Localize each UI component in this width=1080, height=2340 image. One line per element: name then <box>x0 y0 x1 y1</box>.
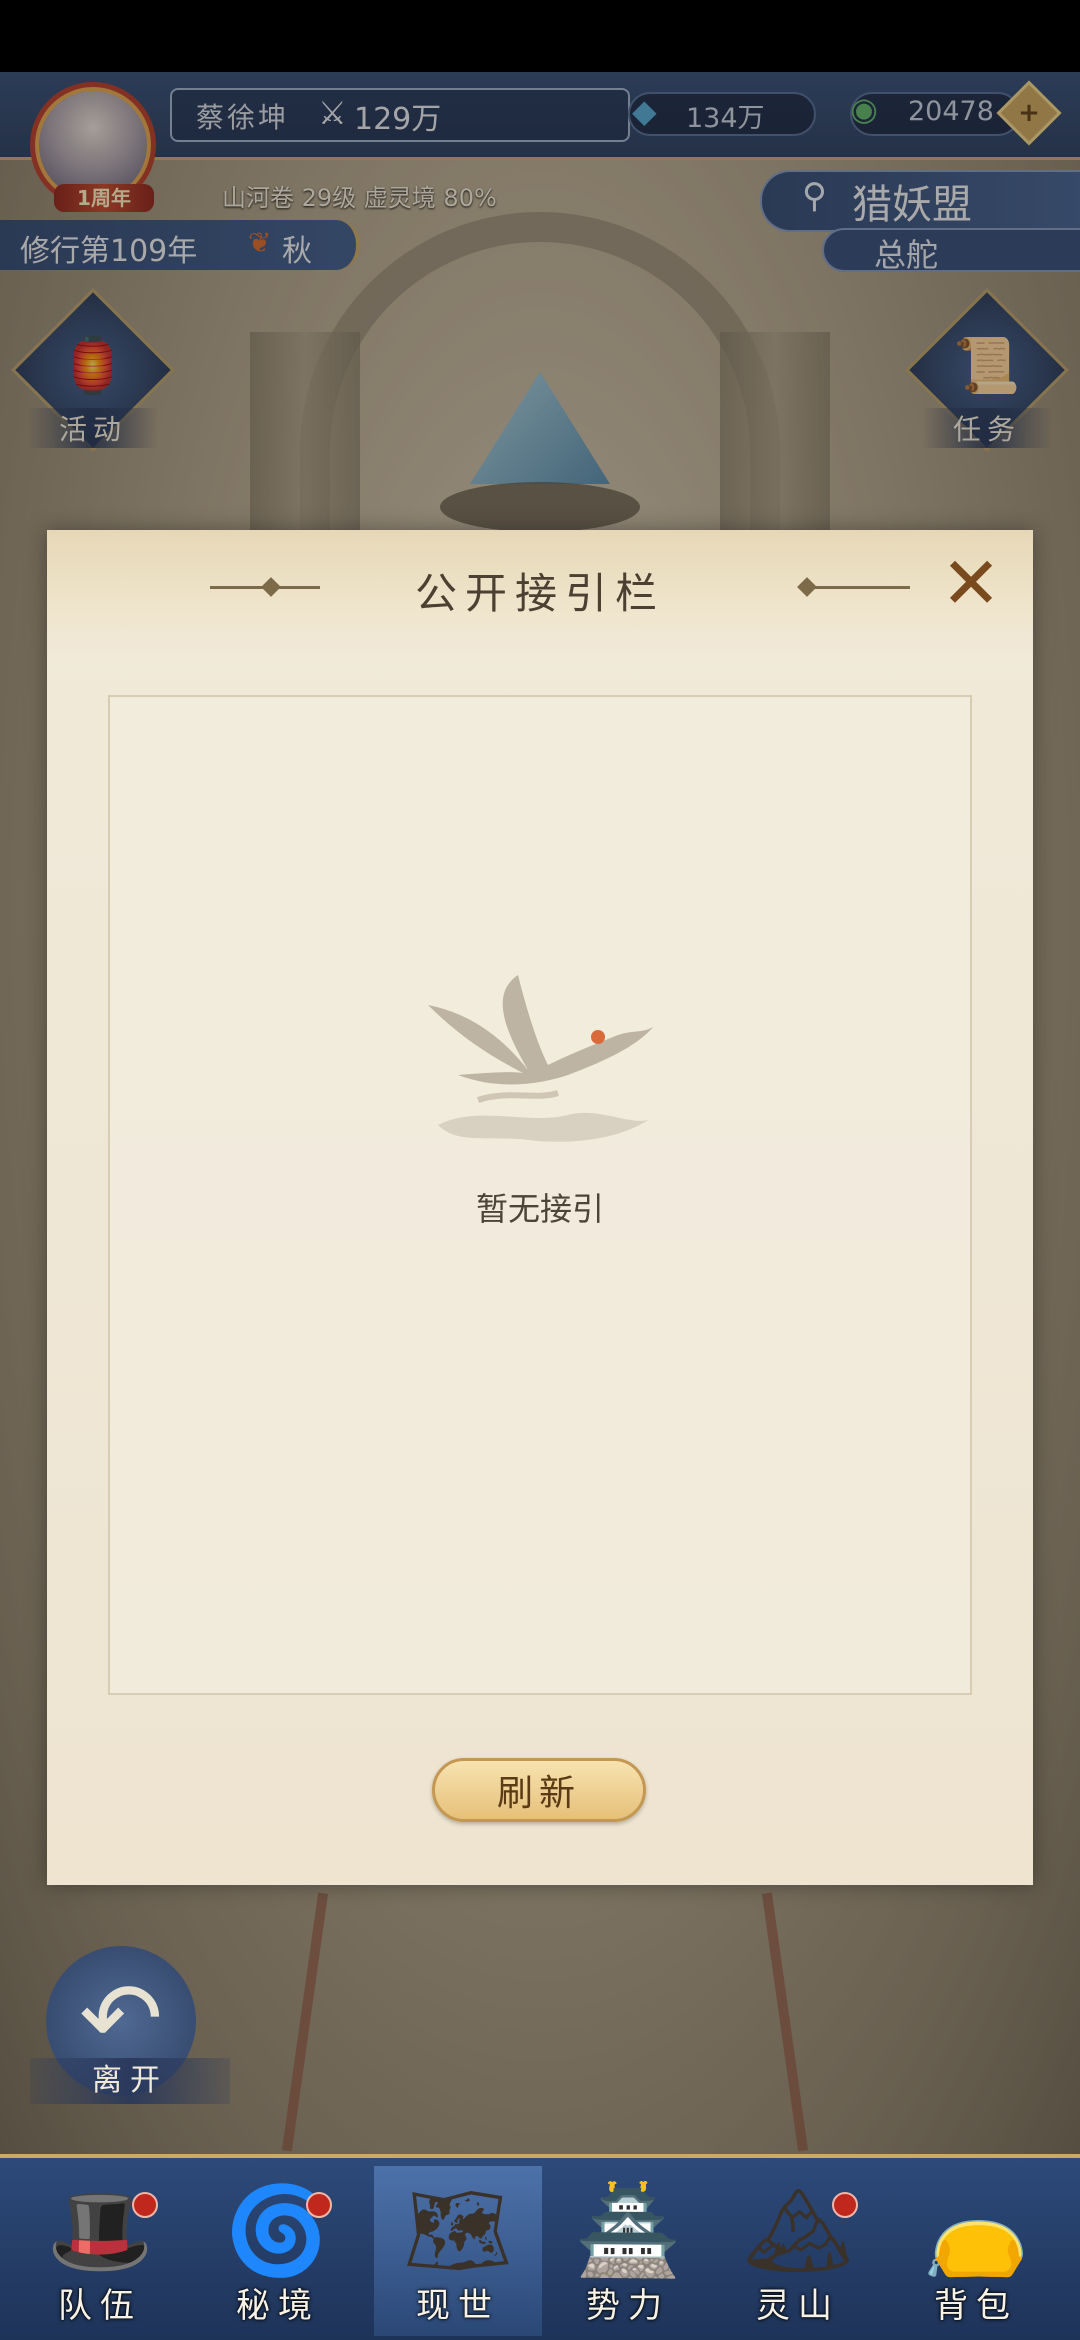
leave-label: 离开 <box>30 2058 230 2104</box>
notification-dot <box>132 2192 158 2218</box>
nav-party[interactable]: 🎩 队伍 <box>16 2166 184 2336</box>
nav-label: 背包 <box>934 2286 1018 2326</box>
nav-label: 灵山 <box>756 2286 840 2326</box>
nav-spirit-mountain[interactable]: 🏔 灵山 <box>714 2166 882 2336</box>
dialog-title: 公开接引栏 <box>414 569 665 618</box>
nav-secret-realm[interactable]: 🌀 秘境 <box>194 2166 362 2336</box>
refresh-label: 刷新 <box>496 1773 581 1814</box>
mountain-icon: 🏔 <box>743 2181 853 2281</box>
nav-present-world[interactable]: 🗺 现世 <box>374 2166 542 2336</box>
close-button[interactable]: ✕ <box>936 547 1006 619</box>
nav-label: 队伍 <box>58 2286 142 2326</box>
nav-label: 势力 <box>586 2286 670 2326</box>
crane-empty-icon <box>428 975 653 1142</box>
status-bar <box>0 0 1080 72</box>
nav-bag[interactable]: 👝 背包 <box>892 2166 1060 2336</box>
nav-label: 秘境 <box>236 2286 320 2326</box>
empty-state-text: 暂无接引 <box>475 1190 604 1228</box>
portal-icon: 🌀 <box>224 2181 332 2281</box>
party-icon: 🎩 <box>46 2181 154 2281</box>
bag-icon: 👝 <box>922 2181 1030 2281</box>
nav-label: 现世 <box>416 2286 500 2326</box>
nav-faction[interactable]: 🏯 势力 <box>544 2166 712 2336</box>
notification-dot <box>832 2192 858 2218</box>
scroll-map-icon: 🗺 <box>403 2181 513 2281</box>
palace-icon: 🏯 <box>574 2181 682 2281</box>
notification-dot <box>306 2192 332 2218</box>
